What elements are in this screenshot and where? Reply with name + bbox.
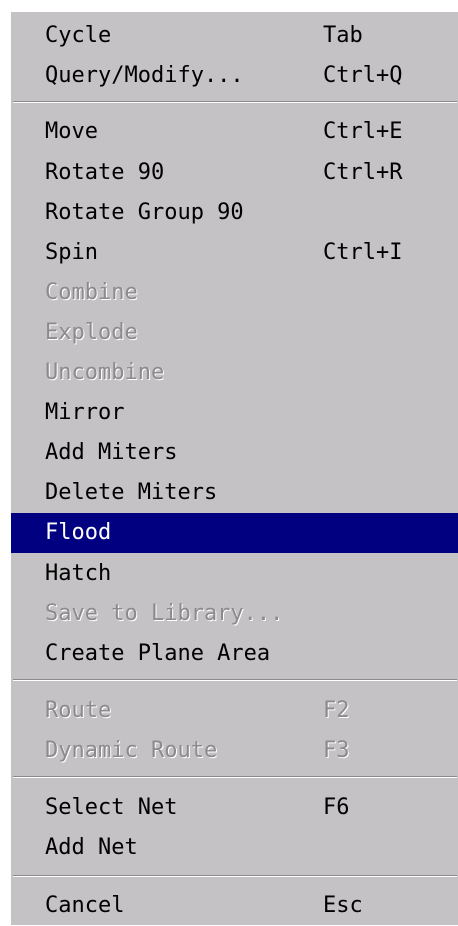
menu-item-label: Explode xyxy=(45,320,138,345)
menu-item-mirror[interactable]: Mirror xyxy=(11,393,458,433)
context-menu: Cycle Tab Query/Modify... Ctrl+Q Move Ct… xyxy=(10,11,458,925)
menu-item-route: Route F2 xyxy=(11,691,458,731)
menu-item-cycle[interactable]: Cycle Tab xyxy=(11,16,458,56)
menu-item-shortcut: Ctrl+I xyxy=(323,240,403,265)
menu-item-hatch[interactable]: Hatch xyxy=(11,554,458,594)
menu-item-dynamic-route: Dynamic Route F3 xyxy=(11,731,458,771)
menu-item-create-plane-area[interactable]: Create Plane Area xyxy=(11,634,458,674)
menu-item-delete-miters[interactable]: Delete Miters xyxy=(11,473,458,513)
menu-item-query-modify[interactable]: Query/Modify... Ctrl+Q xyxy=(11,56,458,96)
menu-item-explode: Explode xyxy=(11,313,458,353)
menu-item-shortcut: F2 xyxy=(323,698,350,723)
menu-item-label: Combine xyxy=(45,280,138,305)
menu-item-label: Query/Modify... xyxy=(45,63,244,88)
menu-item-rotate-group-90[interactable]: Rotate Group 90 xyxy=(11,193,458,233)
menu-item-add-miters[interactable]: Add Miters xyxy=(11,433,458,473)
menu-item-cancel[interactable]: Cancel Esc xyxy=(11,886,458,926)
menu-item-add-net[interactable]: Add Net xyxy=(11,828,458,868)
menu-item-label: Add Net xyxy=(45,835,138,860)
menu-item-label: Cycle xyxy=(45,23,112,48)
menu-separator xyxy=(13,776,457,778)
menu-item-label: Create Plane Area xyxy=(45,641,271,666)
menu-item-label: Rotate Group 90 xyxy=(45,200,244,225)
menu-item-select-net[interactable]: Select Net F6 xyxy=(11,788,458,828)
menu-item-shortcut: Ctrl+E xyxy=(323,119,403,144)
menu-item-shortcut: F3 xyxy=(323,738,350,763)
menu-item-label: Uncombine xyxy=(45,360,165,385)
menu-item-label: Rotate 90 xyxy=(45,160,165,185)
menu-item-shortcut: Ctrl+R xyxy=(323,160,403,185)
menu-item-label: Add Miters xyxy=(45,440,178,465)
menu-item-shortcut: Tab xyxy=(323,23,363,48)
menu-item-label: Dynamic Route xyxy=(45,738,218,763)
menu-item-label: Spin xyxy=(45,240,98,265)
menu-separator xyxy=(13,101,457,103)
menu-separator xyxy=(13,679,457,681)
menu-item-spin[interactable]: Spin Ctrl+I xyxy=(11,233,458,273)
menu-item-shortcut: Esc xyxy=(323,893,363,918)
menu-item-shortcut: F6 xyxy=(323,795,350,820)
menu-item-move[interactable]: Move Ctrl+E xyxy=(11,112,458,152)
menu-item-label: Move xyxy=(45,119,98,144)
menu-item-label: Select Net xyxy=(45,795,178,820)
menu-item-label: Delete Miters xyxy=(45,480,218,505)
menu-item-label: Route xyxy=(45,698,112,723)
menu-item-rotate-90[interactable]: Rotate 90 Ctrl+R xyxy=(11,153,458,193)
menu-item-label: Cancel xyxy=(45,893,125,918)
menu-item-label: Flood xyxy=(45,520,112,545)
menu-item-shortcut: Ctrl+Q xyxy=(323,63,403,88)
menu-separator xyxy=(13,875,457,877)
menu-item-combine: Combine xyxy=(11,273,458,313)
menu-item-flood[interactable]: Flood xyxy=(11,513,458,553)
menu-item-label: Save to Library... xyxy=(45,601,284,626)
menu-item-label: Mirror xyxy=(45,400,125,425)
menu-item-label: Hatch xyxy=(45,561,112,586)
menu-item-uncombine: Uncombine xyxy=(11,353,458,393)
menu-item-save-to-library: Save to Library... xyxy=(11,594,458,634)
